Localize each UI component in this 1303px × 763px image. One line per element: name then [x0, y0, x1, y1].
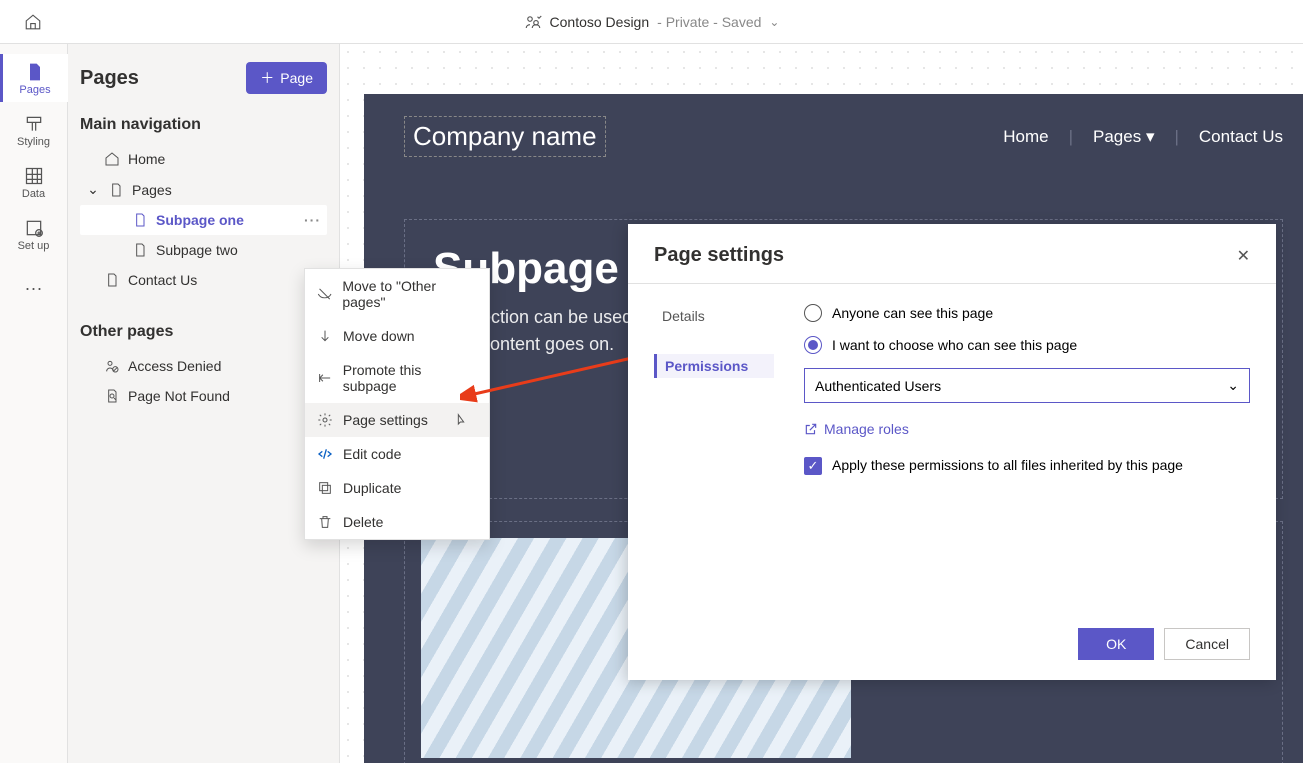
close-icon[interactable]: ✕	[1237, 246, 1250, 266]
more-icon[interactable]: ···	[304, 212, 321, 228]
chevron-down-icon: ⌄	[1227, 377, 1239, 394]
checkbox-label: Apply these permissions to all files inh…	[832, 457, 1183, 473]
radio-choose[interactable]: I want to choose who can see this page	[804, 336, 1250, 354]
modal-tabs: Details Permissions	[654, 304, 774, 614]
modal-header: Page settings ✕	[628, 224, 1276, 284]
tree-item-home[interactable]: Home	[80, 144, 327, 174]
select-value: Authenticated Users	[815, 378, 941, 394]
tree-label: Page Not Found	[128, 388, 230, 404]
nav-home[interactable]: Home	[1003, 127, 1048, 147]
ok-button[interactable]: OK	[1078, 628, 1154, 660]
nav-pages[interactable]: Pages ▾	[1093, 127, 1154, 147]
left-rail: Pages Styling Data Set up ···	[0, 44, 68, 763]
radio-icon	[804, 336, 822, 354]
radio-icon	[804, 304, 822, 322]
ctx-delete[interactable]: Delete	[305, 505, 489, 539]
nav-links: Home | Pages ▾ | Contact Us	[1003, 127, 1283, 147]
ctx-label: Edit code	[343, 446, 401, 462]
tab-permissions[interactable]: Permissions	[654, 354, 774, 378]
checkbox-icon: ✓	[804, 457, 822, 475]
tree-label: Subpage two	[156, 242, 238, 258]
tree-item-subpage-one[interactable]: Subpage one ···	[80, 205, 327, 235]
chevron-down-icon[interactable]: ⌄	[769, 15, 779, 29]
rail-item-setup[interactable]: Set up	[0, 210, 68, 258]
tree-item-not-found[interactable]: Page Not Found	[80, 381, 327, 411]
top-bar: Contoso Design - Private - Saved ⌄	[0, 0, 1303, 44]
other-pages-heading: Other pages	[80, 323, 327, 341]
annotation-arrow	[460, 345, 650, 405]
tree-label: Pages	[132, 182, 172, 198]
rail-label: Set up	[18, 240, 50, 252]
tree-item-pages[interactable]: ⌄ Pages	[80, 174, 327, 205]
page-settings-modal: Page settings ✕ Details Permissions Anyo…	[628, 224, 1276, 680]
rail-item-data[interactable]: Data	[0, 158, 68, 206]
ctx-move-other[interactable]: Move to "Other pages"	[305, 269, 489, 319]
tree-item-contact[interactable]: Contact Us	[80, 265, 327, 295]
radio-label: I want to choose who can see this page	[832, 337, 1077, 353]
role-select[interactable]: Authenticated Users ⌄	[804, 368, 1250, 403]
ctx-label: Promote this subpage	[343, 362, 477, 394]
caret-down-icon: ▾	[1146, 127, 1155, 146]
chevron-down-icon[interactable]: ⌄	[86, 181, 100, 198]
ctx-label: Move down	[343, 328, 415, 344]
rail-label: Pages	[19, 84, 50, 96]
rail-label: Styling	[17, 136, 50, 148]
rail-item-more[interactable]: ···	[0, 270, 68, 305]
cursor-icon	[453, 412, 469, 428]
modal-content: Anyone can see this page I want to choos…	[804, 304, 1250, 614]
ctx-page-settings[interactable]: Page settings	[305, 403, 489, 437]
company-name[interactable]: Company name	[404, 116, 606, 157]
apply-permissions-checkbox[interactable]: ✓ Apply these permissions to all files i…	[804, 457, 1250, 475]
add-page-label: Page	[280, 70, 313, 86]
ctx-edit-code[interactable]: Edit code	[305, 437, 489, 471]
rail-item-pages[interactable]: Pages	[0, 54, 68, 102]
modal-title: Page settings	[654, 244, 784, 267]
ctx-duplicate[interactable]: Duplicate	[305, 471, 489, 505]
radio-label: Anyone can see this page	[832, 305, 993, 321]
radio-anyone[interactable]: Anyone can see this page	[804, 304, 1250, 322]
ctx-label: Duplicate	[343, 480, 401, 496]
ctx-label: Move to "Other pages"	[342, 278, 477, 310]
document-title[interactable]: Contoso Design - Private - Saved ⌄	[524, 13, 780, 31]
cancel-button[interactable]: Cancel	[1164, 628, 1250, 660]
modal-body: Details Permissions Anyone can see this …	[628, 284, 1276, 614]
tree-label: Contact Us	[128, 272, 197, 288]
ctx-label: Delete	[343, 514, 383, 530]
tree-label: Subpage one	[156, 212, 244, 228]
tab-details[interactable]: Details	[654, 304, 774, 328]
rail-label: Data	[22, 188, 45, 200]
nav-contact[interactable]: Contact Us	[1199, 127, 1283, 147]
tree-label: Home	[128, 151, 165, 167]
manage-roles-link[interactable]: Manage roles	[804, 421, 909, 437]
nav-separator: |	[1069, 127, 1073, 147]
add-page-button[interactable]: ＋ Page	[246, 62, 327, 94]
pages-panel-header: Pages ＋ Page	[80, 62, 327, 94]
pages-title: Pages	[80, 67, 139, 90]
ctx-label: Page settings	[343, 412, 428, 428]
doc-status-text: - Private - Saved	[657, 14, 761, 30]
pages-panel: Pages ＋ Page Main navigation Home ⌄ Page…	[68, 44, 340, 763]
tree-label: Access Denied	[128, 358, 221, 374]
tree-item-access-denied[interactable]: Access Denied	[80, 351, 327, 381]
home-icon[interactable]	[24, 13, 42, 31]
plus-icon: ＋	[260, 68, 274, 88]
modal-footer: OK Cancel	[628, 614, 1276, 680]
main-nav-heading: Main navigation	[80, 116, 327, 134]
link-label: Manage roles	[824, 421, 909, 437]
rail-item-styling[interactable]: Styling	[0, 106, 68, 154]
tree-item-subpage-two[interactable]: Subpage two	[80, 235, 327, 265]
doc-name-text: Contoso Design	[550, 14, 650, 30]
preview-navbar: Company name Home | Pages ▾ | Contact Us	[364, 94, 1303, 179]
nav-separator: |	[1174, 127, 1178, 147]
